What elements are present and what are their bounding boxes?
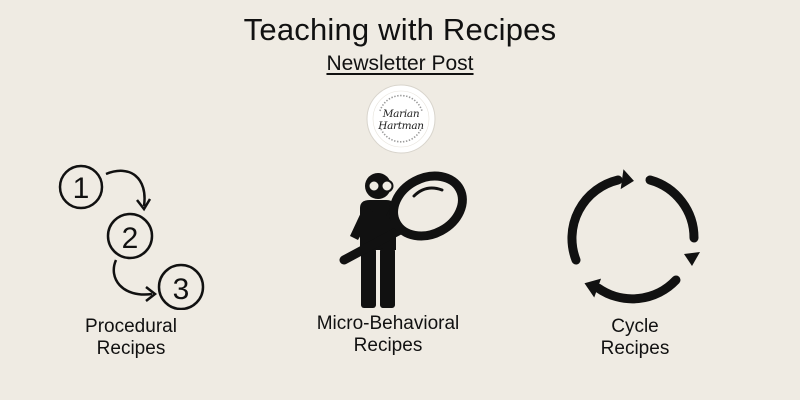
logo-signature: Marian Hartman	[378, 108, 424, 132]
cycle-arrows-icon	[567, 169, 700, 304]
micro-behavioral-recipes-label: Micro-Behavioral Recipes	[316, 313, 460, 356]
logo: Marian Hartman	[366, 84, 436, 154]
page-title: Teaching with Recipes	[243, 12, 557, 47]
step-2-number: 2	[122, 222, 139, 255]
newsletter-post-link[interactable]: Newsletter Post	[0, 52, 800, 76]
procedural-recipes-label: Procedural Recipes	[85, 316, 177, 359]
numbered-steps-icon: 1 2 3	[58, 164, 205, 310]
step-3-number: 3	[173, 273, 190, 306]
magnifying-glass-person-icon	[339, 171, 467, 308]
cycle-recipes-label: Cycle Recipes	[600, 316, 670, 359]
step-1-number: 1	[73, 172, 90, 205]
